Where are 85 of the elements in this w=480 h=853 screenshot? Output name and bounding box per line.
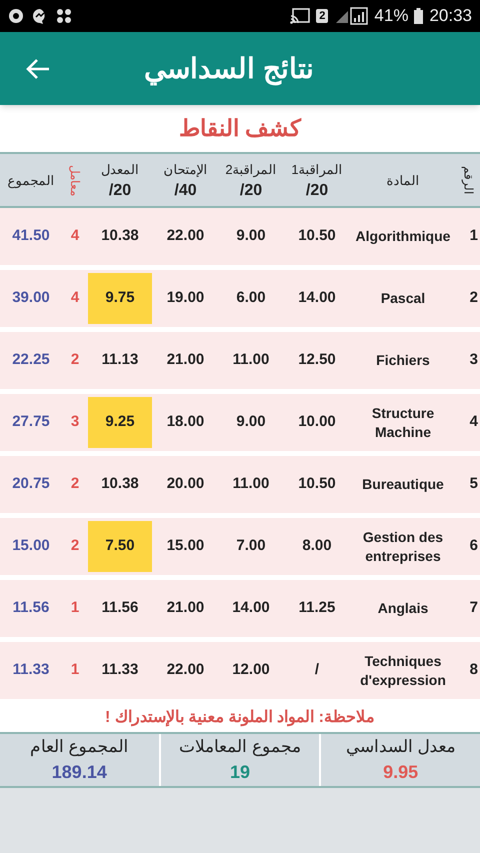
table-cell-text: 11.25 — [298, 598, 336, 618]
sim-badge: 2 — [316, 9, 328, 23]
table-cell-text: 7.00 — [235, 536, 267, 556]
summary-value: 9.95 — [383, 761, 418, 784]
table-cell-text: 1 — [70, 598, 80, 618]
table-cell-text: 10.50 — [297, 474, 337, 494]
table-cell-text: 2 — [70, 350, 80, 370]
summary-label: المجموع العام — [30, 736, 129, 758]
table-cell-text: 22.00 — [166, 660, 206, 680]
dots-icon — [56, 8, 72, 24]
table-cell-text: 4 — [70, 226, 80, 246]
column-header: معامل — [67, 164, 83, 198]
subject-cell-text: Anglais — [376, 599, 430, 618]
table-cell-text: 2 — [70, 474, 80, 494]
screen-title: نتائج السداسي — [143, 52, 315, 88]
table-cell-text: 18.00 — [166, 412, 206, 432]
summary-label: مجموع المعاملات — [179, 736, 301, 758]
table-cell-text: 1 — [70, 660, 80, 680]
table-cell-text: 12.00 — [231, 660, 271, 680]
table-cell-text: 11.56 — [12, 598, 50, 618]
retake-note: ملاحظة: المواد الملونة معنية بالإستدراك ! — [105, 708, 375, 728]
subject-cell-text: Bureautique — [361, 475, 445, 494]
table-cell-text: 39.00 — [11, 288, 51, 308]
table-cell-text: 15.00 — [166, 536, 206, 556]
table-cell-text: 9.00 — [235, 226, 267, 246]
table-cell-text: 21.00 — [166, 350, 206, 370]
table-cell-text: 14.00 — [297, 288, 337, 308]
table-cell-text: 15.00 — [11, 536, 51, 556]
summary-value: 189.14 — [52, 761, 107, 784]
battery-percent: 41% — [374, 5, 408, 28]
subject-cell-text: Fichiers — [375, 351, 431, 370]
table-cell-text: 12.50 — [297, 350, 337, 370]
table-cell-text: 20.00 — [166, 474, 206, 494]
back-arrow-icon — [26, 58, 50, 80]
table-cell-text: 11.13 — [100, 350, 140, 370]
signal-icon — [334, 7, 368, 25]
table-cell: 9.25 — [88, 397, 152, 448]
table-cell: 7.50 — [88, 521, 152, 572]
table-cell-text: 7 — [468, 598, 479, 618]
table-cell-text: 22.00 — [166, 226, 206, 246]
column-header: المادة — [386, 172, 420, 190]
column-header: المجموع — [6, 172, 56, 190]
cast-icon — [290, 8, 310, 24]
table-cell: 9.75 — [88, 273, 152, 324]
battery-icon — [414, 8, 424, 24]
table-cell-text: 10.38 — [100, 226, 140, 246]
table-cell-text: 27.75 — [11, 412, 51, 432]
table-cell-text: 11.33 — [12, 660, 50, 680]
table-cell-text: 20.75 — [11, 474, 51, 494]
table-cell-text: 11.00 — [232, 474, 270, 494]
table-cell-text: 3 — [70, 412, 80, 432]
clock-time: 20:33 — [429, 5, 472, 28]
column-header: الرقم — [460, 165, 476, 196]
subject-cell-text: Techniques d'expression — [359, 652, 447, 690]
table-cell-text: 6.00 — [235, 288, 267, 308]
table-cell-text: 10.50 — [297, 226, 337, 246]
summary-value: 19 — [230, 761, 250, 784]
table-cell-text: 1 — [468, 226, 479, 246]
table-cell-text: 11.56 — [100, 598, 140, 618]
table-cell-text: 10.38 — [100, 474, 140, 494]
table-cell-text: 6 — [468, 536, 479, 556]
table-cell-text: 22.25 — [11, 350, 51, 370]
subject-cell-text: Pascal — [380, 289, 426, 308]
table-cell-text: 3 — [468, 350, 479, 370]
table-cell-text: 2 — [468, 288, 479, 308]
section-title: كشف النقاط — [178, 114, 302, 144]
table-cell-text: 4 — [468, 412, 479, 432]
table-cell-text: 8.00 — [301, 536, 333, 556]
table-cell-text: 9.00 — [235, 412, 267, 432]
table-cell-text: 19.00 — [166, 288, 206, 308]
summary-label: معدل السداسي — [346, 736, 456, 758]
subject-cell-text: Gestion des entreprises — [362, 528, 444, 566]
table-cell-text: 5 — [468, 474, 479, 494]
table-cell-text: 14.00 — [231, 598, 271, 618]
table-cell-text: 11.33 — [100, 660, 140, 680]
subject-cell-text: Structure Machine — [370, 404, 436, 442]
table-cell-text: 4 — [70, 288, 80, 308]
table-cell-text: 8 — [468, 660, 479, 680]
table-cell-text: 11.00 — [232, 350, 270, 370]
table-cell-text: 41.50 — [11, 226, 51, 246]
table-cell-text: 10.00 — [297, 412, 337, 432]
table-cell-text: 2 — [70, 536, 80, 556]
table-cell-text: 21.00 — [166, 598, 206, 618]
table-cell-text: / — [314, 660, 320, 680]
subject-cell-text: Algorithmique — [354, 227, 452, 246]
